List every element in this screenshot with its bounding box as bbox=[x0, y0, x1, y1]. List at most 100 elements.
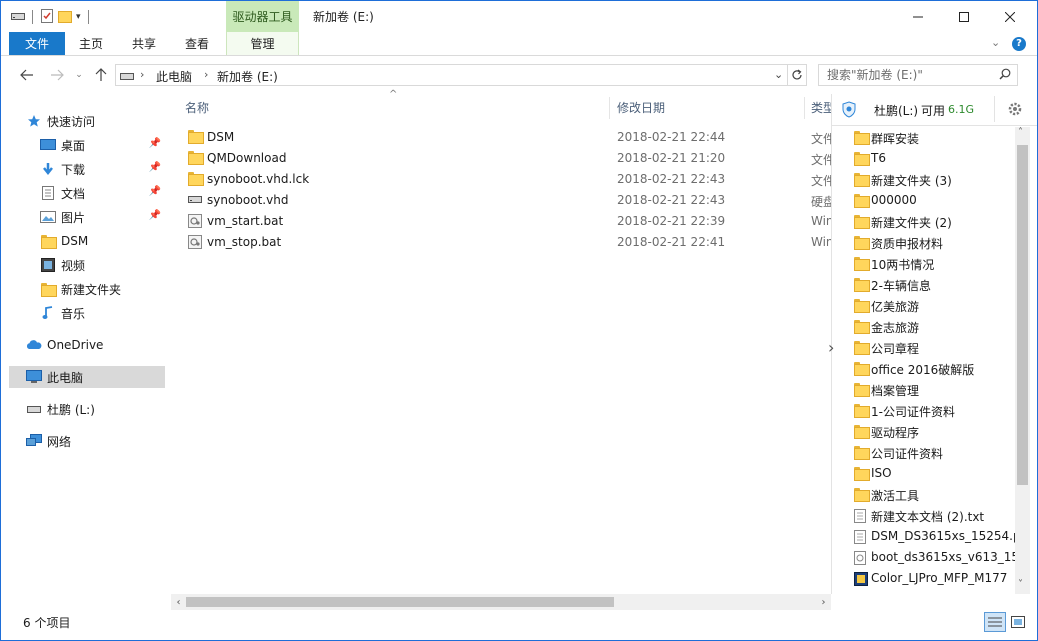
column-header-date[interactable]: 修改日期 bbox=[617, 97, 665, 119]
refresh-button[interactable] bbox=[787, 64, 807, 86]
scroll-left-arrow-icon[interactable]: ‹ bbox=[171, 594, 186, 610]
folder-icon bbox=[854, 257, 870, 272]
large-icons-view-button[interactable] bbox=[1007, 612, 1029, 632]
nav-network[interactable]: 网络 bbox=[25, 430, 165, 452]
batch-file-icon bbox=[188, 235, 202, 249]
panel-list-item[interactable]: 群晖安装 bbox=[852, 127, 1018, 148]
sidebar-item-desktop[interactable]: 桌面 📌 bbox=[39, 134, 165, 156]
panel-list-item[interactable]: 金志旅游 bbox=[852, 316, 1018, 337]
panel-expand-chevron-icon[interactable]: › bbox=[828, 338, 834, 357]
file-row[interactable]: vm_stop.bat 2018-02-21 22:41 Windows bbox=[181, 232, 831, 253]
panel-list-item[interactable]: 公司章程 bbox=[852, 337, 1018, 358]
panel-list-item[interactable]: 新建文件夹 (2) bbox=[852, 211, 1018, 232]
up-button[interactable] bbox=[91, 65, 111, 85]
panel-list-item[interactable]: office 2016破解版 bbox=[852, 358, 1018, 379]
panel-list-item[interactable]: 公司证件资料 bbox=[852, 442, 1018, 463]
maximize-button[interactable] bbox=[941, 1, 987, 32]
tab-home[interactable]: 主页 bbox=[71, 32, 111, 56]
tab-view[interactable]: 查看 bbox=[177, 32, 217, 56]
panel-vertical-scrollbar[interactable]: ˄ ˅ bbox=[1015, 127, 1030, 594]
customize-qat-chevron-icon[interactable]: ▾ bbox=[76, 12, 81, 22]
pin-icon[interactable]: 📌 bbox=[149, 210, 161, 221]
drive-icon[interactable] bbox=[11, 10, 25, 24]
panel-item-name: 新建文件夹 (3) bbox=[871, 174, 952, 188]
search-input[interactable] bbox=[827, 68, 987, 82]
column-divider[interactable] bbox=[804, 97, 805, 119]
tab-file[interactable]: 文件 bbox=[9, 32, 65, 56]
nav-quick-access[interactable]: 快速访问 bbox=[25, 110, 165, 132]
breadcrumb-this-pc[interactable]: 此电脑 bbox=[156, 68, 192, 85]
panel-list-item[interactable]: 资质申报材料 bbox=[852, 232, 1018, 253]
panel-list-item[interactable]: 2-车辆信息 bbox=[852, 274, 1018, 295]
panel-list-item[interactable]: 激活工具 bbox=[852, 484, 1018, 505]
panel-item-name: 公司证件资料 bbox=[871, 447, 944, 461]
panel-list-item[interactable]: 新建文件夹 (3) bbox=[852, 169, 1018, 190]
recent-locations-chevron-icon[interactable]: ⌄ bbox=[69, 65, 89, 85]
file-date: 2018-02-21 22:43 bbox=[617, 172, 726, 186]
drive-tools-header: 驱动器工具 bbox=[226, 1, 299, 32]
close-button[interactable] bbox=[987, 1, 1033, 32]
address-bar[interactable]: › 此电脑 › 新加卷 (E:) ⌄ bbox=[115, 64, 788, 86]
file-row[interactable]: synoboot.vhd.lck 2018-02-21 22:43 文件夹 bbox=[181, 169, 831, 190]
network-icon bbox=[25, 433, 43, 449]
panel-list-item[interactable]: Color_LJPro_MFP_M177 bbox=[852, 568, 1018, 589]
sidebar-item-pictures[interactable]: 图片 📌 bbox=[39, 206, 165, 228]
breadcrumb-drive-e[interactable]: 新加卷 (E:) bbox=[217, 68, 278, 85]
panel-list-item[interactable]: 新建文本文档 (2).txt bbox=[852, 505, 1018, 526]
column-header-type[interactable]: 类型 bbox=[811, 97, 831, 119]
address-dropdown-chevron-icon[interactable]: ⌄ bbox=[774, 68, 783, 81]
expand-ribbon-chevron-icon[interactable]: ⌄ bbox=[991, 36, 1000, 49]
scroll-right-arrow-icon[interactable]: › bbox=[816, 594, 831, 610]
pin-icon[interactable]: 📌 bbox=[149, 138, 161, 149]
panel-list-item[interactable]: 000000 bbox=[852, 190, 1018, 211]
column-header-name[interactable]: 名称 bbox=[185, 97, 209, 119]
scroll-down-arrow-icon[interactable]: ˅ bbox=[1018, 579, 1023, 590]
panel-free-label: 可用 bbox=[921, 104, 946, 118]
back-button[interactable] bbox=[17, 65, 37, 85]
folder-icon bbox=[854, 236, 870, 251]
panel-list-item[interactable]: 亿美旅游 bbox=[852, 295, 1018, 316]
file-row[interactable]: DSM 2018-02-21 22:44 文件夹 bbox=[181, 127, 831, 148]
nav-onedrive[interactable]: OneDrive bbox=[25, 334, 165, 356]
file-icon bbox=[854, 530, 866, 547]
sidebar-item-dsm[interactable]: DSM bbox=[39, 230, 165, 252]
new-folder-icon[interactable] bbox=[58, 9, 72, 26]
panel-list-item[interactable]: T6 bbox=[852, 148, 1018, 169]
horizontal-scrollbar[interactable]: ‹ › bbox=[171, 594, 831, 610]
panel-list-item[interactable]: 1-公司证件资料 bbox=[852, 400, 1018, 421]
forward-button[interactable] bbox=[47, 65, 67, 85]
sidebar-item-documents[interactable]: 文档 📌 bbox=[39, 182, 165, 204]
breadcrumb-chevron-icon[interactable]: › bbox=[204, 68, 208, 81]
scrollbar-thumb[interactable] bbox=[186, 597, 614, 607]
panel-list-item[interactable]: boot_ds3615xs_v613_15 bbox=[852, 547, 1018, 568]
sidebar-item-music[interactable]: 音乐 bbox=[39, 302, 165, 324]
sidebar-item-videos[interactable]: 视频 bbox=[39, 254, 165, 276]
tab-manage[interactable]: 管理 bbox=[226, 32, 299, 56]
file-row[interactable]: vm_start.bat 2018-02-21 22:39 Windows bbox=[181, 211, 831, 232]
panel-list-item[interactable]: 档案管理 bbox=[852, 379, 1018, 400]
pin-icon[interactable]: 📌 bbox=[149, 186, 161, 197]
panel-list-item[interactable]: 10两书情况 bbox=[852, 253, 1018, 274]
nav-this-pc[interactable]: 此电脑 bbox=[9, 366, 165, 388]
gear-icon[interactable] bbox=[1007, 101, 1023, 120]
scrollbar-thumb[interactable] bbox=[1017, 145, 1028, 485]
properties-icon[interactable] bbox=[40, 8, 54, 27]
panel-list-item[interactable]: DSM_DS3615xs_15254.p bbox=[852, 526, 1018, 547]
scroll-up-arrow-icon[interactable]: ˄ bbox=[1018, 127, 1023, 138]
breadcrumb-chevron-icon[interactable]: › bbox=[140, 68, 144, 81]
help-icon[interactable]: ? bbox=[1012, 37, 1026, 51]
minimize-button[interactable] bbox=[895, 1, 941, 32]
sidebar-item-downloads[interactable]: 下载 📌 bbox=[39, 158, 165, 180]
panel-list-item[interactable]: 驱动程序 bbox=[852, 421, 1018, 442]
column-divider[interactable] bbox=[609, 97, 610, 119]
file-row[interactable]: QMDownload 2018-02-21 21:20 文件夹 bbox=[181, 148, 831, 169]
pin-icon[interactable]: 📌 bbox=[149, 162, 161, 173]
tab-share[interactable]: 共享 bbox=[124, 32, 164, 56]
details-view-button[interactable] bbox=[984, 612, 1006, 632]
search-box[interactable] bbox=[818, 64, 1018, 86]
search-icon[interactable] bbox=[999, 68, 1011, 83]
panel-list-item[interactable]: ISO bbox=[852, 463, 1018, 484]
sidebar-item-new-folder[interactable]: 新建文件夹 bbox=[39, 278, 165, 300]
nav-drive-l[interactable]: 杜鹏 (L:) bbox=[25, 398, 165, 420]
file-row[interactable]: synoboot.vhd 2018-02-21 22:43 硬盘 bbox=[181, 190, 831, 211]
